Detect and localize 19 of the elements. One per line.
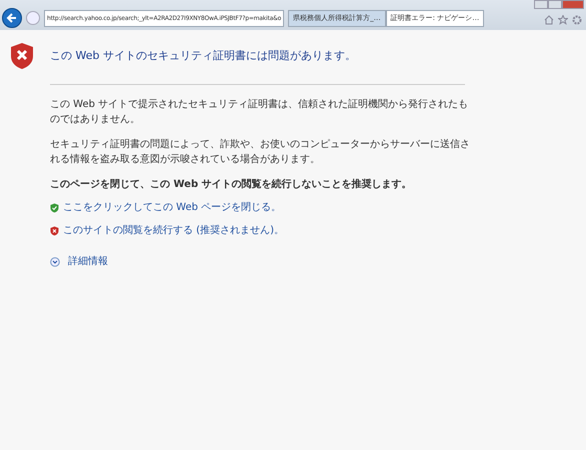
description-paragraph: セキュリティ証明書の問題によって、詐欺や、お使いのコンピューターからサーバーに送信される情報を盗み取る意図が示唆されている場合があります。	[50, 138, 470, 167]
minimize-button[interactable]	[534, 0, 548, 9]
maximize-button[interactable]	[548, 0, 562, 9]
forward-button[interactable]	[26, 11, 40, 25]
shield-check-icon	[50, 202, 59, 212]
more-info-link[interactable]: 詳細情報	[68, 254, 108, 269]
star-icon[interactable]	[558, 15, 568, 25]
home-icon[interactable]	[544, 15, 554, 25]
close-button[interactable]	[562, 0, 584, 9]
back-button[interactable]	[2, 8, 22, 28]
left-arrow-icon	[6, 12, 18, 24]
shield-error-icon	[50, 226, 59, 236]
page-link[interactable]: ここをクリックしてこの Web ページを閉じる。	[63, 200, 282, 215]
expand-icon[interactable]	[50, 256, 60, 266]
page-link[interactable]: このサイトの閲覧を続行する (推奨されません)。	[63, 223, 284, 238]
page-title: この Web サイトのセキュリティ証明書には問題があります。	[50, 48, 356, 64]
description-paragraph: この Web サイトで提示されたセキュリティ証明書は、信頼された証明機関から発行されたものではありません。	[50, 98, 470, 127]
recommendation-text: このページを閉じて、この Web サイトの閲覧を続行しないことを推奨します。	[50, 178, 413, 192]
shield-error-icon	[10, 42, 34, 70]
